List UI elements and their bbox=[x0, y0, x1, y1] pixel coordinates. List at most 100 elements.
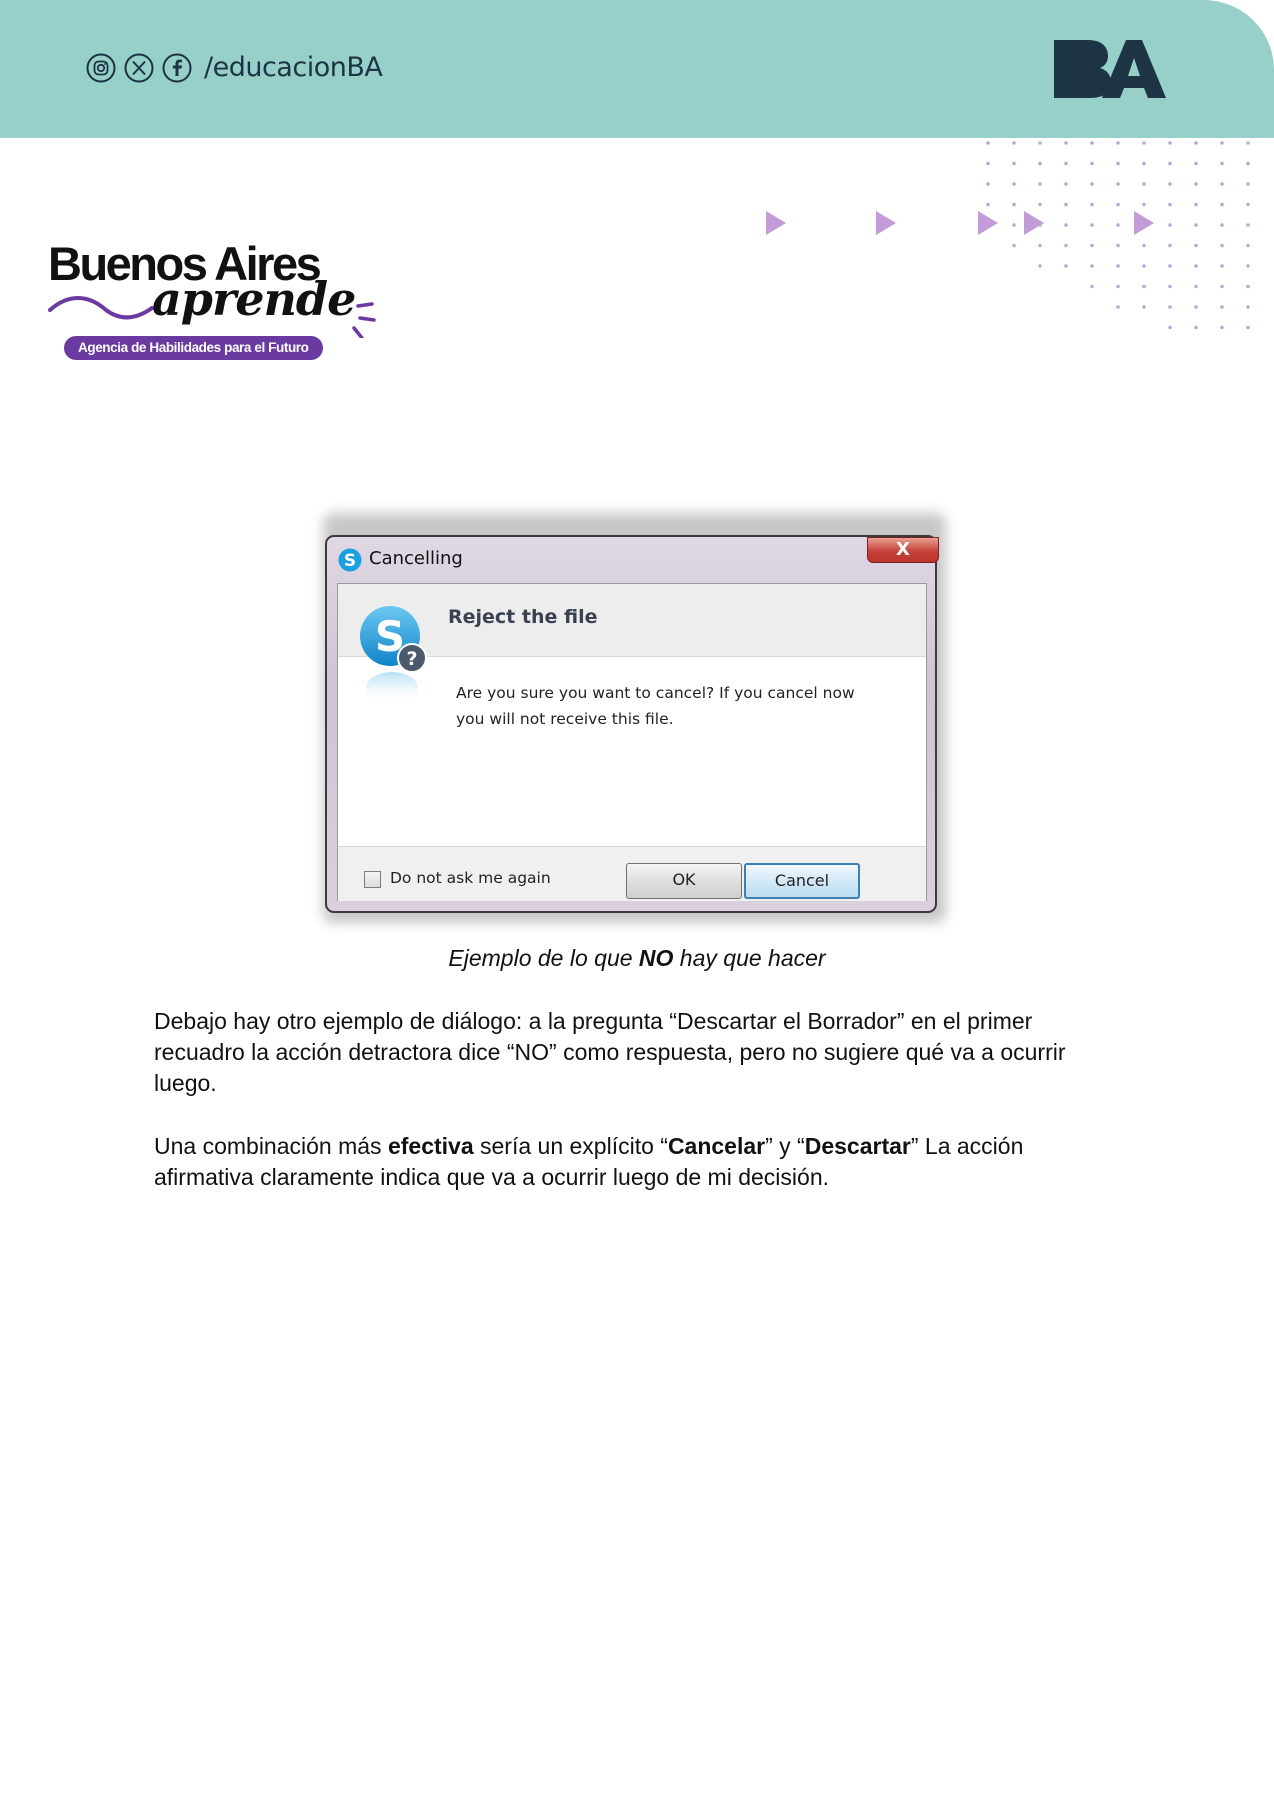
decorative-dot bbox=[986, 182, 990, 186]
decorative-dot bbox=[1116, 223, 1120, 227]
decorative-dot bbox=[1220, 243, 1224, 248]
decorative-dot bbox=[1090, 161, 1094, 166]
decorative-dot bbox=[1116, 141, 1120, 145]
decorative-dot bbox=[1090, 202, 1094, 207]
decorative-dot bbox=[1142, 182, 1146, 186]
decorative-dot bbox=[1168, 161, 1172, 166]
decorative-dot bbox=[1012, 182, 1016, 186]
dialog-screenshot: S Cancelling X S ? Reject the file Are y… bbox=[315, 505, 955, 930]
dialog-title: Cancelling bbox=[369, 548, 463, 569]
do-not-ask-label[interactable]: Do not ask me again bbox=[390, 869, 551, 887]
decorative-dot bbox=[1194, 243, 1198, 248]
decorative-dot bbox=[1220, 223, 1224, 227]
decorative-dot bbox=[1038, 223, 1042, 227]
decorative-dot bbox=[1038, 202, 1042, 207]
decorative-dot bbox=[1116, 182, 1120, 186]
decorative-dot bbox=[1194, 264, 1198, 268]
decorative-dot bbox=[1246, 182, 1250, 186]
decorative-dot bbox=[1220, 202, 1224, 207]
decorative-dot bbox=[1038, 141, 1042, 145]
decorative-dot bbox=[1246, 161, 1250, 166]
decorative-dot bbox=[1168, 264, 1172, 268]
skype-question-icon: S ? bbox=[360, 606, 427, 704]
decorative-dot bbox=[1064, 223, 1068, 227]
decorative-dot bbox=[1246, 223, 1250, 227]
figure-caption: Ejemplo de lo que NO hay que hacer bbox=[0, 945, 1274, 972]
decorative-dot bbox=[1194, 161, 1198, 166]
decorative-dot bbox=[1220, 305, 1224, 309]
decorative-dot bbox=[1116, 264, 1120, 268]
svg-text:?: ? bbox=[406, 648, 417, 670]
logo-tagline: Agencia de Habilidades para el Futuro bbox=[64, 336, 323, 360]
decorative-dot bbox=[1142, 243, 1146, 248]
do-not-ask-checkbox[interactable] bbox=[364, 871, 381, 888]
decorative-dot bbox=[1090, 182, 1094, 186]
paragraph-2: Una combinación más efectiva sería un ex… bbox=[154, 1131, 1114, 1193]
logo-script: aprende bbox=[152, 272, 356, 326]
ok-button[interactable]: OK bbox=[626, 863, 742, 899]
dialog-footer: Do not ask me again OK Cancel bbox=[338, 846, 926, 901]
decorative-dot bbox=[1090, 243, 1094, 248]
decorative-dot bbox=[1038, 161, 1042, 166]
decorative-dot bbox=[986, 202, 990, 207]
decorative-dot bbox=[1194, 305, 1198, 309]
decorative-dot bbox=[1246, 284, 1250, 289]
svg-text:S: S bbox=[344, 551, 356, 571]
decorative-dot bbox=[1194, 223, 1198, 227]
dialog-window: S Cancelling X S ? Reject the file Are y… bbox=[325, 535, 939, 913]
decorative-dot bbox=[1038, 264, 1042, 268]
cancel-button[interactable]: Cancel bbox=[744, 863, 860, 899]
decorative-dot bbox=[1064, 243, 1068, 248]
decorative-dot bbox=[1246, 264, 1250, 268]
p2-text-3: ” y “ bbox=[765, 1133, 805, 1159]
caption-text-after: hay que hacer bbox=[673, 945, 826, 971]
decorative-dot bbox=[1064, 182, 1068, 186]
decorative-dot bbox=[1142, 305, 1146, 309]
decorative-dot bbox=[986, 161, 990, 166]
decorative-dot bbox=[1090, 223, 1094, 227]
decorative-dot bbox=[1220, 141, 1224, 145]
decorative-dot bbox=[1012, 141, 1016, 145]
decorative-dot bbox=[1194, 141, 1198, 145]
decorative-dot bbox=[1168, 182, 1172, 186]
decorative-dot bbox=[1064, 202, 1068, 207]
dialog-heading: Reject the file bbox=[448, 606, 598, 628]
decorative-dot bbox=[1142, 284, 1146, 289]
close-button[interactable]: X bbox=[867, 537, 939, 563]
decorative-dot bbox=[1116, 305, 1120, 309]
dialog-client-area: S ? Reject the file Are you sure you wan… bbox=[337, 583, 927, 901]
buenos-aires-aprende-logo: Buenos Aires aprende Agencia de Habilida… bbox=[48, 238, 388, 368]
decorative-dot bbox=[1220, 182, 1224, 186]
decorative-dot bbox=[1194, 182, 1198, 186]
decorative-dot bbox=[1168, 325, 1172, 330]
p2-text-2: sería un explícito “ bbox=[473, 1133, 668, 1159]
decorative-dot bbox=[1142, 223, 1146, 227]
decorative-dot bbox=[1090, 264, 1094, 268]
decorative-dot bbox=[1116, 284, 1120, 289]
decorative-dot bbox=[1012, 243, 1016, 248]
decorative-dot bbox=[1168, 202, 1172, 207]
decorative-dot bbox=[1038, 182, 1042, 186]
decorative-dot bbox=[1220, 284, 1224, 289]
decorative-dot bbox=[1168, 284, 1172, 289]
decorative-dot bbox=[1012, 223, 1016, 227]
decorative-dot bbox=[1038, 243, 1042, 248]
decorative-dot bbox=[1064, 141, 1068, 145]
caption-bold: NO bbox=[638, 945, 674, 971]
p2-text-1: Una combinación más bbox=[154, 1133, 388, 1159]
decorative-dot bbox=[1220, 325, 1224, 330]
decorative-dot bbox=[1194, 284, 1198, 289]
decorative-dot bbox=[1116, 202, 1120, 207]
decorative-dot bbox=[1220, 161, 1224, 166]
p2-bold-cancelar: Cancelar bbox=[667, 1133, 766, 1159]
decorative-dot bbox=[1142, 161, 1146, 166]
decorative-dot bbox=[1168, 243, 1172, 248]
decorative-dot bbox=[1168, 223, 1172, 227]
decorative-dot bbox=[1012, 161, 1016, 166]
decorative-dot bbox=[1064, 264, 1068, 268]
decorative-dot bbox=[1194, 325, 1198, 330]
decorative-dot bbox=[1142, 202, 1146, 207]
decorative-dot bbox=[1116, 161, 1120, 166]
decorative-dot bbox=[1090, 141, 1094, 145]
decorative-dot bbox=[1090, 284, 1094, 289]
